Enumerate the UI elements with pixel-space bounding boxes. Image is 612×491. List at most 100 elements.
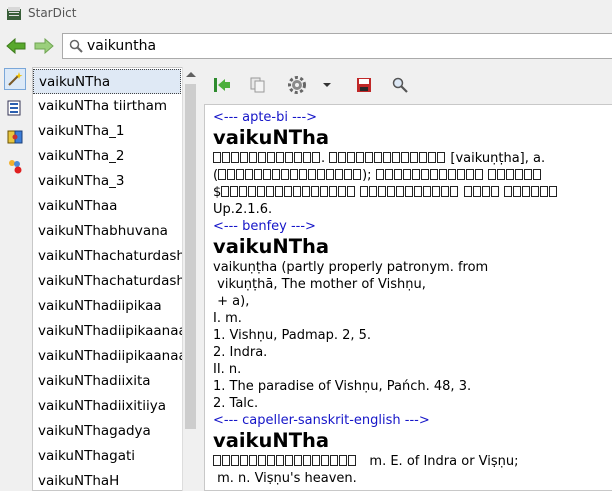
list-item[interactable]: vaikuNThaH bbox=[38, 469, 119, 490]
list-item[interactable]: vaikuNThachaturdashi bbox=[38, 269, 182, 294]
article-toolbar bbox=[204, 67, 612, 103]
glyph-box bbox=[505, 169, 514, 180]
glyph-box bbox=[293, 186, 302, 197]
apte-line-4: Up.2.1.6. bbox=[213, 202, 273, 217]
glyph-box bbox=[299, 169, 308, 180]
glyph-box bbox=[276, 152, 284, 163]
glyph-box bbox=[222, 152, 230, 163]
glyph-box bbox=[281, 169, 290, 180]
glyph-box bbox=[374, 152, 383, 163]
word-list-scrollbar[interactable] bbox=[182, 67, 199, 491]
capeller-definition: m. E. of Indra or Viṣṇu; bbox=[369, 454, 519, 469]
window-title: StarDict bbox=[28, 6, 77, 20]
list-item[interactable]: vaikuNTha tiirtham bbox=[38, 94, 167, 119]
glyph-box bbox=[321, 455, 329, 466]
benfey-line: II. n. bbox=[213, 362, 242, 377]
go-back-button[interactable] bbox=[212, 75, 232, 95]
glyph-box bbox=[218, 169, 227, 180]
jump-arrow-icon bbox=[214, 78, 230, 92]
glyph-box bbox=[414, 186, 423, 197]
capeller-line-2: m. n. Viṣṇu's heaven. bbox=[213, 471, 357, 486]
glyph-box bbox=[312, 152, 320, 163]
glyph-box bbox=[294, 152, 302, 163]
settings-button[interactable] bbox=[284, 75, 310, 95]
glyph-box bbox=[521, 186, 530, 197]
list-item-selected[interactable]: vaikuNTha bbox=[33, 69, 181, 94]
list-item[interactable]: vaikuNTha_3 bbox=[38, 169, 124, 194]
glyph-box bbox=[294, 455, 302, 466]
list-item[interactable]: vaikuNThadiipikaa bbox=[38, 294, 162, 319]
copy-button[interactable] bbox=[248, 75, 268, 95]
list-item[interactable]: vaikuNThabhuvana bbox=[38, 219, 168, 244]
dictionary-manager-tab[interactable] bbox=[4, 126, 26, 148]
benfey-line: I. m. bbox=[213, 311, 242, 326]
scrollbar-thumb[interactable] bbox=[185, 84, 196, 429]
glyph-box bbox=[393, 169, 402, 180]
dict-separator-apte: <--- apte-bi ---> bbox=[213, 110, 318, 125]
list-item[interactable]: vaikuNThadiixita bbox=[38, 369, 151, 394]
forward-arrow-icon[interactable] bbox=[34, 38, 54, 54]
glyph-box bbox=[344, 169, 353, 180]
list-item[interactable]: vaikuNThachaturdashi bbox=[38, 244, 182, 269]
article-view: <--- apte-bi ---> vaikuNTha . [vaikuṇṭha… bbox=[204, 104, 612, 491]
glyph-box bbox=[441, 186, 450, 197]
benfey-line: vikuṇṭhā, The mother of Vishṇu, bbox=[213, 277, 426, 292]
back-arrow-icon[interactable] bbox=[6, 38, 26, 54]
glyph-box bbox=[402, 169, 411, 180]
list-item[interactable]: vaikuNThaa bbox=[38, 194, 117, 219]
glyph-box bbox=[236, 169, 245, 180]
magic-wand-icon bbox=[8, 72, 23, 86]
fulltext-search-tab[interactable] bbox=[4, 155, 26, 177]
list-item[interactable]: vaikuNThagati bbox=[38, 444, 135, 469]
glyph-box bbox=[474, 169, 483, 180]
glyph-box bbox=[231, 152, 239, 163]
apte-line-2: (); bbox=[213, 167, 612, 184]
list-item[interactable]: vaikuNThadiipikaanaat bbox=[38, 319, 182, 344]
glyph-box bbox=[263, 169, 272, 180]
word-list-tab[interactable] bbox=[4, 68, 26, 90]
glyph-box bbox=[317, 169, 326, 180]
glyph-box bbox=[258, 152, 266, 163]
glyph-box bbox=[254, 169, 263, 180]
glyph-box bbox=[275, 186, 284, 197]
glyph-box bbox=[231, 455, 239, 466]
glyph-box bbox=[481, 186, 490, 197]
apte-line-1: . [vaikuṇṭha], a. bbox=[213, 150, 612, 167]
save-button[interactable] bbox=[354, 75, 374, 95]
glyph-box bbox=[335, 169, 344, 180]
result-tree-tab[interactable] bbox=[4, 97, 26, 119]
glyph-box bbox=[411, 169, 420, 180]
list-item[interactable]: vaikuNTha_2 bbox=[38, 144, 124, 169]
list-item[interactable]: vaikuNThagadya bbox=[38, 419, 151, 444]
glyph-box bbox=[272, 169, 281, 180]
dictionary-list-icon bbox=[7, 100, 21, 116]
list-item[interactable]: vaikuNThadiixitiiya bbox=[38, 394, 166, 419]
list-item[interactable]: vaikuNTha_1 bbox=[38, 119, 124, 144]
scroll-up-arrow-icon[interactable] bbox=[186, 72, 196, 77]
people-record-icon bbox=[9, 160, 22, 174]
chevron-down-icon bbox=[323, 83, 331, 87]
glyph-box bbox=[438, 169, 447, 180]
find-button[interactable] bbox=[390, 75, 410, 95]
left-toolbar bbox=[0, 66, 30, 491]
glyph-box bbox=[248, 186, 257, 197]
search-field[interactable] bbox=[62, 33, 612, 59]
glyph-box bbox=[512, 186, 521, 197]
list-item[interactable]: vaikuNThadiipikaanaat bbox=[38, 344, 182, 369]
glyph-box bbox=[303, 152, 311, 163]
glyph-box bbox=[284, 186, 293, 197]
glyph-box bbox=[401, 152, 410, 163]
magnifier-icon bbox=[392, 77, 408, 93]
glyph-box bbox=[419, 152, 428, 163]
glyph-box bbox=[423, 186, 432, 197]
glyph-box bbox=[329, 152, 338, 163]
headword-capeller: vaikuNTha bbox=[213, 429, 330, 452]
glyph-box bbox=[348, 455, 356, 466]
settings-dropdown[interactable] bbox=[322, 75, 332, 95]
search-input[interactable] bbox=[87, 38, 607, 54]
glyph-box bbox=[356, 152, 365, 163]
glyph-box bbox=[472, 186, 481, 197]
glyph-box bbox=[258, 455, 266, 466]
glyph-box bbox=[437, 152, 446, 163]
glyph-box bbox=[245, 169, 254, 180]
